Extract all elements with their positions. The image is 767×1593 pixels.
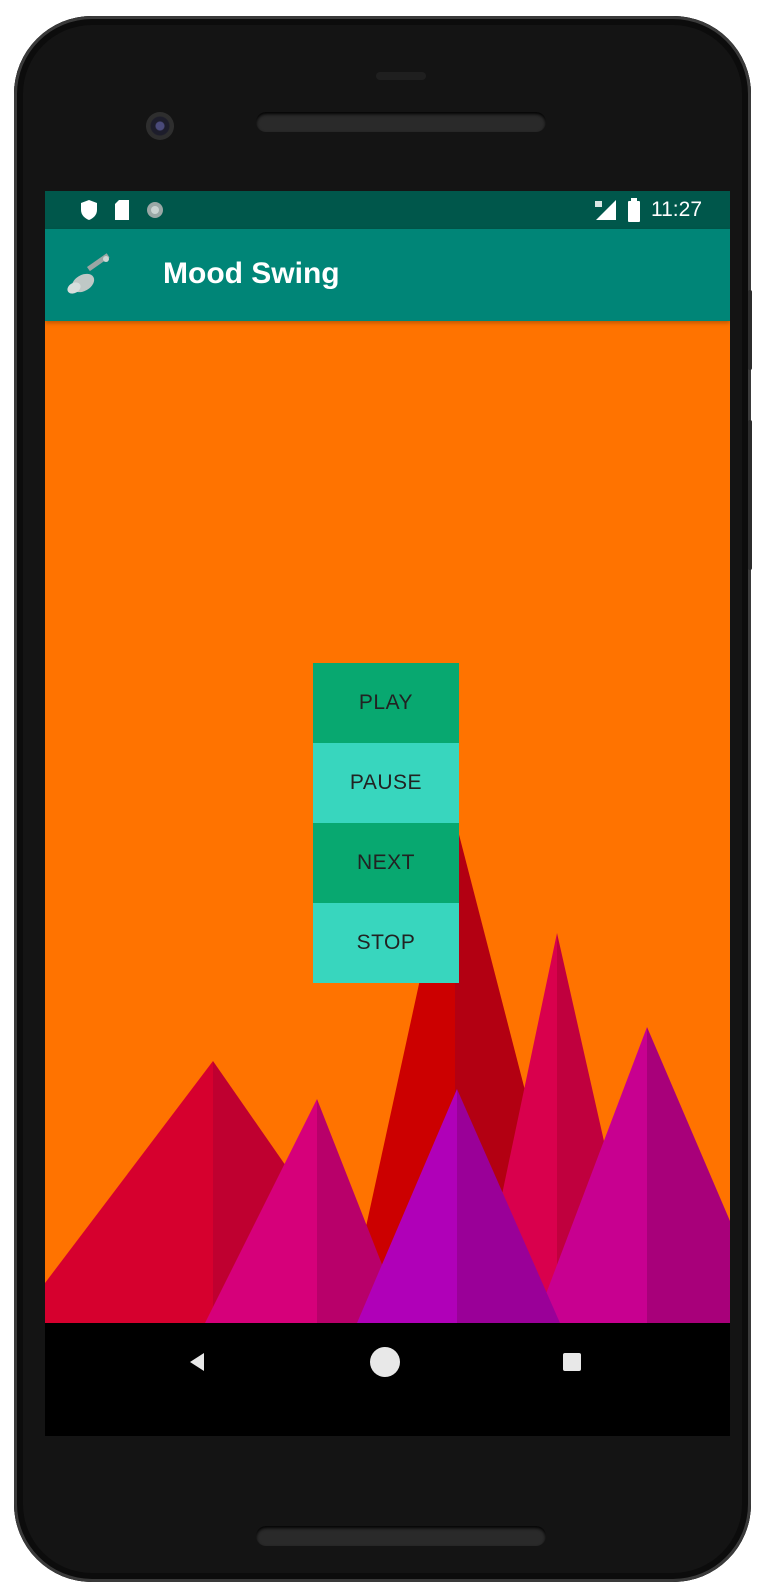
playback-controls: PLAY PAUSE NEXT STOP — [313, 663, 459, 983]
home-icon[interactable] — [370, 1347, 400, 1377]
main-content: PLAY PAUSE NEXT STOP — [45, 321, 730, 1323]
play-button[interactable]: PLAY — [313, 663, 459, 743]
earpiece — [376, 72, 426, 80]
screen: 11:27 Mood Swing PLAY PAUSE NEXT STOP — [45, 191, 730, 1436]
power-button — [748, 290, 752, 370]
status-icons-right: 11:27 — [593, 198, 702, 222]
top-speaker — [256, 112, 546, 132]
guitar-icon — [67, 253, 110, 294]
sim-card-icon — [115, 200, 129, 220]
recents-icon[interactable] — [563, 1353, 581, 1371]
front-camera — [146, 112, 174, 140]
signal-icon — [595, 200, 616, 220]
app-bar: Mood Swing — [45, 229, 730, 321]
status-bar: 11:27 — [45, 191, 730, 229]
status-icons-left — [79, 199, 165, 221]
volume-button — [748, 420, 752, 570]
battery-icon — [628, 198, 640, 222]
circle-icon — [147, 202, 163, 218]
status-time: 11:27 — [651, 198, 702, 221]
bottom-speaker — [256, 1526, 546, 1546]
back-icon[interactable] — [190, 1353, 204, 1371]
app-title: Mood Swing — [163, 257, 340, 290]
shield-icon — [81, 200, 97, 220]
stop-button[interactable]: STOP — [313, 903, 459, 983]
next-button[interactable]: NEXT — [313, 823, 459, 903]
navigation-bar — [45, 1323, 730, 1436]
pause-button[interactable]: PAUSE — [313, 743, 459, 823]
